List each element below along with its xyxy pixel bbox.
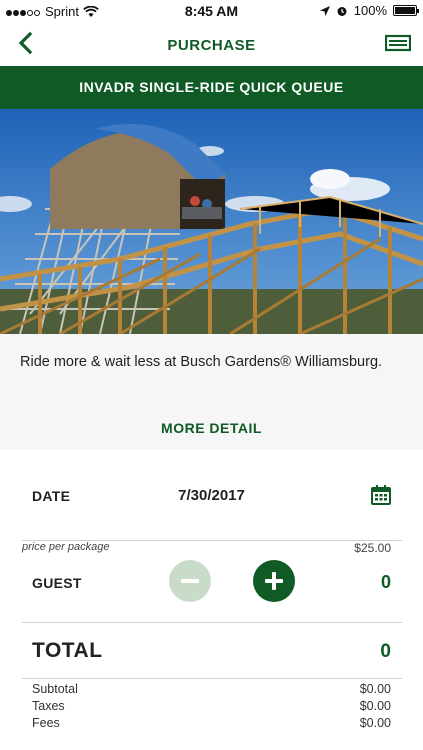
product-image	[0, 109, 423, 334]
divider	[22, 622, 402, 623]
wooden-coaster-photo	[0, 109, 423, 334]
status-right: 100%	[319, 3, 419, 18]
nav-bar: PURCHASE	[0, 22, 423, 66]
guest-count: 0	[380, 572, 391, 592]
decrease-guest-button[interactable]	[169, 560, 211, 602]
total-value: 0	[380, 641, 391, 662]
summary-label: Fees	[32, 716, 60, 730]
divider	[22, 678, 402, 679]
page-title: PURCHASE	[167, 37, 256, 54]
more-detail-link[interactable]: MORE DETAIL	[0, 420, 423, 436]
total-label: TOTAL	[32, 639, 103, 662]
price-per-package-value: $25.00	[354, 541, 391, 555]
product-title-banner: INVADR SINGLE-RIDE QUICK QUEUE	[0, 66, 423, 109]
alarm-icon	[337, 6, 347, 16]
purchase-form: DATE 7/30/2017 price per package $25.00 …	[0, 450, 423, 750]
increase-guest-button[interactable]	[253, 560, 295, 602]
location-arrow-icon	[319, 5, 330, 16]
battery-percent: 100%	[353, 3, 387, 18]
summary-amount: $0.00	[359, 699, 391, 713]
status-bar: Sprint 8:45 AM 100%	[0, 0, 423, 22]
ticket-icon[interactable]	[385, 34, 411, 52]
date-value[interactable]: 7/30/2017	[0, 487, 423, 504]
summary-amount: $0.00	[359, 682, 391, 696]
description-panel: Ride more & wait less at Busch Gardens® …	[0, 334, 423, 450]
summary-label: Subtotal	[32, 682, 78, 696]
summary-row: Subtotal $0.00	[32, 682, 391, 696]
guest-label: GUEST	[32, 575, 82, 591]
price-per-package-label: price per package	[22, 541, 110, 553]
minus-icon	[181, 579, 199, 583]
product-description: Ride more & wait less at Busch Gardens® …	[20, 354, 383, 370]
summary-label: Taxes	[32, 699, 65, 713]
calendar-icon[interactable]	[371, 485, 391, 505]
summary-amount: $0.00	[359, 716, 391, 730]
summary-row: Fees $0.00	[32, 716, 391, 730]
summary-row: Taxes $0.00	[32, 699, 391, 713]
battery-icon	[393, 5, 419, 16]
